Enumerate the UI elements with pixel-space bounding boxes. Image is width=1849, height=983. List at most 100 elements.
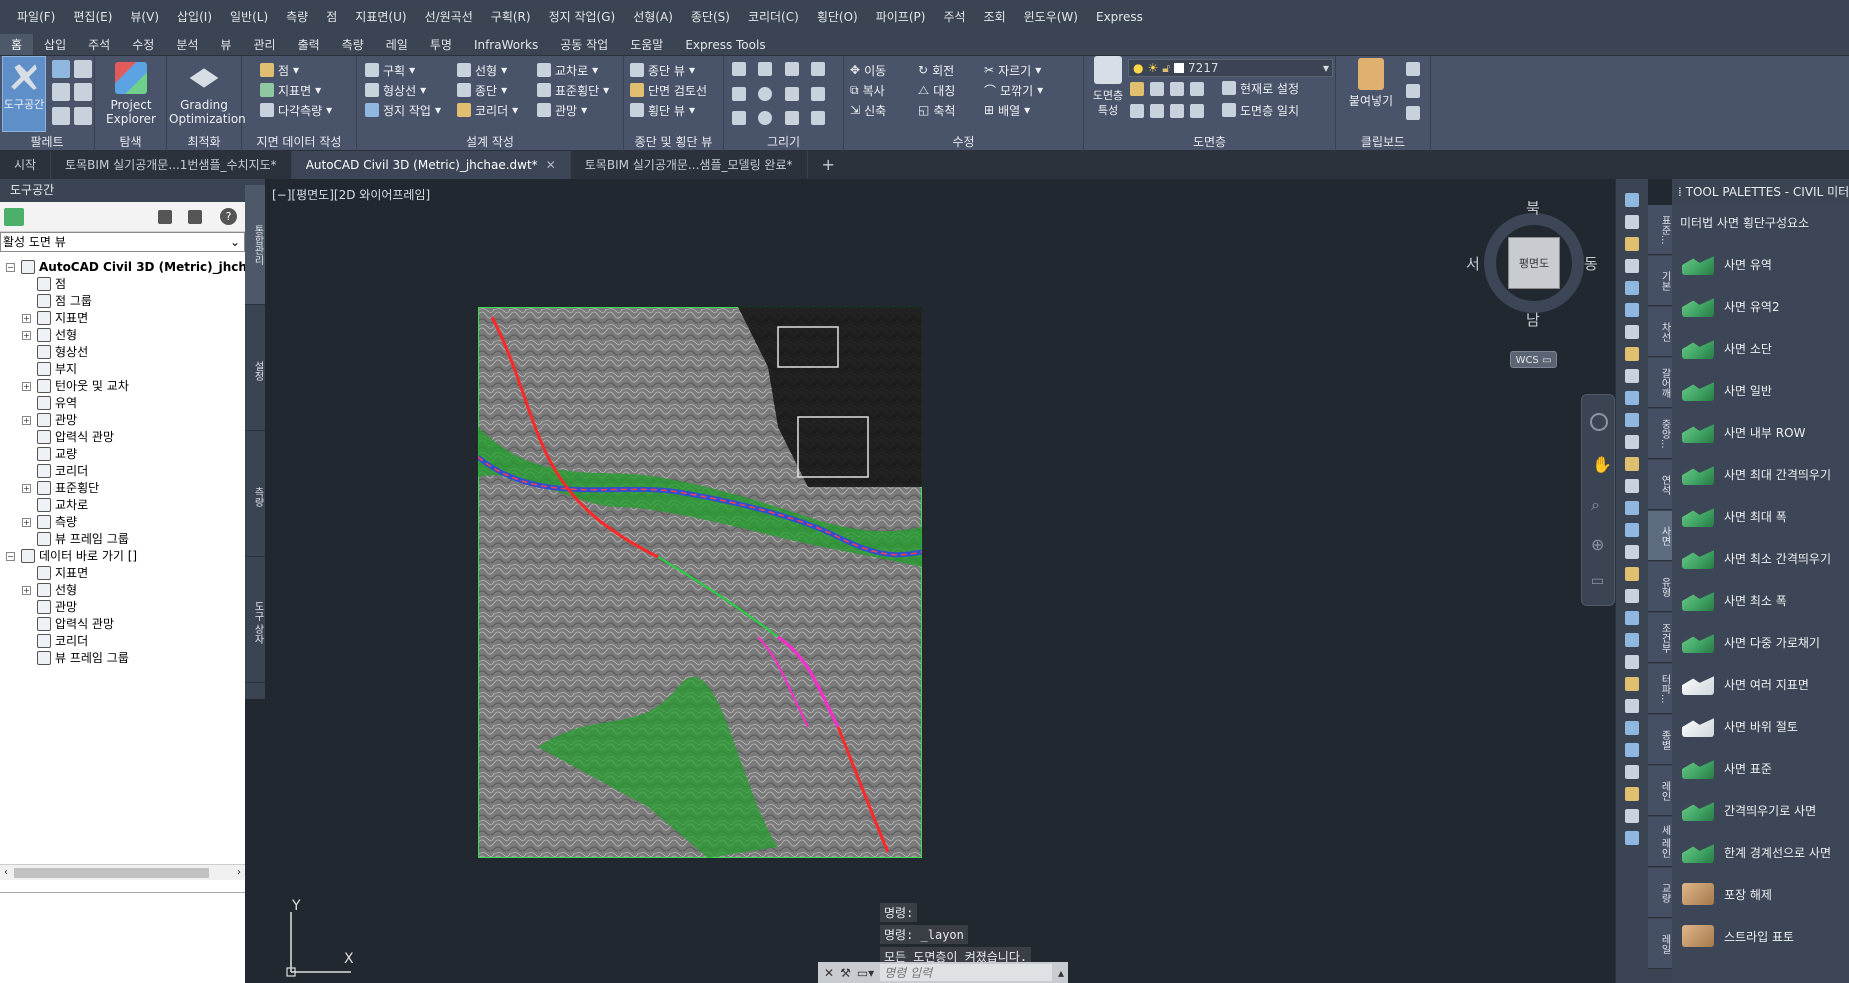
expand-icon[interactable]: + xyxy=(22,483,31,493)
compass-east[interactable]: 동 xyxy=(1584,253,1598,274)
stretch-button[interactable]: ⇲ 신축 xyxy=(850,100,886,120)
palette-tool-icon[interactable] xyxy=(1625,633,1639,647)
palette-item[interactable]: 사면 여러 지표면 xyxy=(1682,669,1809,699)
palette-tool-icon[interactable] xyxy=(1625,589,1639,603)
tool-palette-icon[interactable] xyxy=(74,106,92,125)
palette-item[interactable]: 스트라입 표토 xyxy=(1682,921,1794,951)
viewport-label[interactable]: [−][평면도][2D 와이어프레임] xyxy=(272,186,430,203)
featureline-button[interactable]: 형상선 ▾ xyxy=(365,80,426,100)
toolspace-button[interactable]: 도구공간 xyxy=(2,56,46,132)
corridor-button[interactable]: 코리더 ▾ xyxy=(457,100,518,120)
palette-tab[interactable]: 차선 xyxy=(1648,307,1672,357)
compass-north[interactable]: 북 xyxy=(1526,197,1540,218)
rectangle-icon[interactable] xyxy=(784,86,799,101)
palette-tool-icon[interactable] xyxy=(1625,743,1639,757)
grading-button[interactable]: 정지 작업 ▾ xyxy=(365,100,441,120)
panel-title-draw[interactable]: 그리기 xyxy=(724,133,843,151)
survey-icon[interactable] xyxy=(52,83,70,102)
scroll-thumb[interactable] xyxy=(14,868,209,878)
drawing-canvas[interactable] xyxy=(265,179,1615,983)
palette-tab[interactable]: 종별 xyxy=(1648,715,1672,765)
palette-tool-icon[interactable] xyxy=(1625,831,1639,845)
ribbon-tab[interactable]: InfraWorks xyxy=(463,34,549,55)
steering-wheel-icon[interactable] xyxy=(1590,413,1608,431)
site-map-drawing[interactable] xyxy=(478,307,922,858)
paste-button[interactable]: 붙여넣기 xyxy=(1346,58,1396,108)
ribbon-tab[interactable]: 수정 xyxy=(121,34,165,55)
region-icon[interactable] xyxy=(810,111,825,126)
palette-item[interactable]: 사면 소단 xyxy=(1682,333,1772,363)
mirror-button[interactable]: ⧍ 대칭 xyxy=(918,80,955,100)
customize-icon[interactable]: ⚒ xyxy=(840,966,851,980)
properties-icon[interactable] xyxy=(52,106,70,125)
layer-thaw-icon[interactable] xyxy=(1170,104,1184,118)
arc-icon[interactable] xyxy=(758,62,773,76)
palette-tool-icon[interactable] xyxy=(1625,545,1639,559)
palette-tab[interactable]: 갈어깨 xyxy=(1648,358,1672,408)
palette-tool-icon[interactable] xyxy=(1625,435,1639,449)
palette-tool-icon[interactable] xyxy=(1625,523,1639,537)
profile-button[interactable]: 종단 ▾ xyxy=(457,80,507,100)
menu-item[interactable]: 조회 xyxy=(975,0,1015,34)
palette-tab[interactable]: 유형 xyxy=(1648,562,1672,612)
scroll-left-icon[interactable]: ‹ xyxy=(4,867,8,878)
assembly-button[interactable]: 표준횡단 ▾ xyxy=(537,80,609,100)
layer-unlock-icon[interactable] xyxy=(1190,104,1204,118)
showmotion-icon[interactable]: ▭ xyxy=(1591,573,1604,589)
document-tab[interactable]: 시작 xyxy=(0,151,52,179)
palette-tab[interactable]: 터파... xyxy=(1648,664,1672,714)
toggle-view-icon[interactable] xyxy=(158,210,172,224)
palette-item[interactable]: 사면 바위 절토 xyxy=(1682,711,1798,741)
expand-icon[interactable]: + xyxy=(22,381,31,391)
polyline-icon[interactable] xyxy=(784,62,799,76)
make-current-button[interactable]: 현재로 설정 xyxy=(1222,78,1299,98)
palette-tool-icon[interactable] xyxy=(1625,237,1639,251)
ribbon-tab[interactable]: 공동 작업 xyxy=(549,34,619,55)
toolspace-side-tab[interactable]: 통합관리 xyxy=(245,185,265,305)
ribbon-tab[interactable]: 삽입 xyxy=(33,34,77,55)
palette-tab[interactable]: 레일 xyxy=(1648,919,1672,969)
project-explorer-button[interactable]: Project Explorer xyxy=(99,62,163,126)
ribbon-tab[interactable]: Express Tools xyxy=(674,34,776,55)
command-input[interactable] xyxy=(880,964,1052,981)
scale-button[interactable]: ◱ 축척 xyxy=(918,100,955,120)
palette-tool-icon[interactable] xyxy=(1625,479,1639,493)
ribbon-tab[interactable]: 출력 xyxy=(287,34,331,55)
profile-view-button[interactable]: 종단 뷰 ▾ xyxy=(630,60,695,80)
palette-tab[interactable]: 연석 xyxy=(1648,460,1672,510)
ribbon-tab[interactable]: 투명 xyxy=(419,34,463,55)
palette-tab[interactable]: 사면 xyxy=(1648,511,1672,561)
palette-tool-icon[interactable] xyxy=(1625,677,1639,691)
menu-item[interactable]: 구획(R) xyxy=(482,0,540,34)
viewcube[interactable]: 평면도 북 남 동 서 xyxy=(1466,199,1598,329)
tool-palette-header[interactable]: ⁞ TOOL PALETTES - CIVIL 미터법 xyxy=(1672,179,1849,205)
palette-tool-icon[interactable] xyxy=(1625,259,1639,273)
chevron-up-icon[interactable]: ▴ xyxy=(1058,966,1064,980)
panel-title-design[interactable]: 설계 작성 xyxy=(357,133,623,151)
palette-tab[interactable]: 교량 xyxy=(1648,868,1672,918)
document-tab[interactable]: 토목BIM 실기공개문...1번샘플_수치지도* xyxy=(51,151,292,179)
expand-icon[interactable]: + xyxy=(22,415,31,425)
palette-tool-icon[interactable] xyxy=(1625,611,1639,625)
layer-unisolate-icon[interactable] xyxy=(1150,104,1164,118)
palette-tool-icon[interactable] xyxy=(1625,281,1639,295)
palette-tool-icon[interactable] xyxy=(1625,699,1639,713)
move-button[interactable]: ✥ 이동 xyxy=(850,60,886,80)
orbit-icon[interactable]: ⊕ xyxy=(1591,535,1604,554)
palette-tool-icon[interactable] xyxy=(1625,655,1639,669)
palette-tool-icon[interactable] xyxy=(1625,809,1639,823)
rotate-button[interactable]: ↻ 회전 xyxy=(918,60,954,80)
prospector-icon[interactable] xyxy=(52,60,70,78)
menu-item[interactable]: 일반(L) xyxy=(221,0,277,34)
layer-on-icon[interactable] xyxy=(1130,104,1144,118)
palette-item[interactable]: 사면 유역2 xyxy=(1682,291,1780,321)
palette-item[interactable]: 사면 최대 폭 xyxy=(1682,501,1787,531)
layer-lock-icon[interactable] xyxy=(1190,82,1204,96)
palette-tab[interactable]: 표준... xyxy=(1648,205,1672,255)
prospector-tab-icon[interactable] xyxy=(4,208,24,226)
ribbon-tab[interactable]: 도움말 xyxy=(619,34,674,55)
layer-dropdown[interactable]: ● ☀ 🔓︎ 7217 ▾ xyxy=(1128,59,1333,77)
palette-tool-icon[interactable] xyxy=(1625,787,1639,801)
palette-tool-icon[interactable] xyxy=(1625,457,1639,471)
menu-item[interactable]: 편집(E) xyxy=(64,0,121,34)
